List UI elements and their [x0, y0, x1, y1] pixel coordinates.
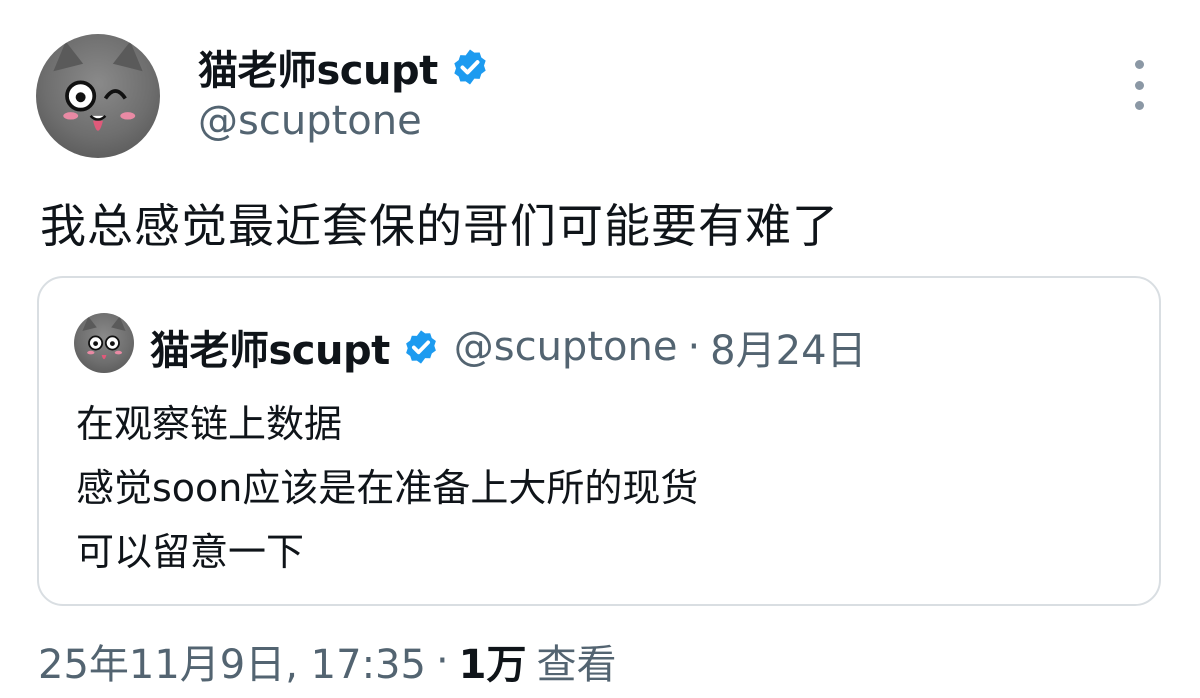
- quoted-tweet-text: 在观察链上数据 感觉soon应该是在准备上大所的现货 可以留意一下: [76, 392, 698, 584]
- menu-dot: [1134, 80, 1144, 90]
- quoted-tweet-header: 猫老师scupt @scuptone · 8月24日: [150, 318, 867, 376]
- verified-badge-icon: [402, 328, 440, 366]
- quoted-avatar-icon[interactable]: [74, 313, 134, 373]
- quoted-line: 感觉soon应该是在准备上大所的现货: [76, 466, 699, 510]
- author-name[interactable]: 猫老师scupt: [198, 38, 490, 96]
- menu-dot: [1134, 101, 1144, 110]
- tweet-page: 猫老师scupt @scuptone 我总感觉最近套保的哥们可能要有难了 猫老师…: [0, 0, 1200, 698]
- quoted-date[interactable]: 8月24日: [710, 318, 866, 376]
- more-options-icon[interactable]: [1124, 60, 1154, 110]
- quoted-display-name[interactable]: 猫老师scupt: [150, 318, 390, 376]
- quoted-handle[interactable]: @scuptone: [454, 324, 678, 370]
- quoted-line: 在观察链上数据: [76, 402, 343, 446]
- tweet-text: 我总感觉最近套保的哥们可能要有难了: [40, 199, 839, 253]
- tweet-timestamp[interactable]: 25年11月9日, 17:35: [38, 632, 426, 690]
- author-display-name[interactable]: 猫老师scupt: [198, 38, 438, 96]
- tweet-meta: 25年11月9日, 17:35 · 1万 查看: [38, 632, 617, 690]
- cat-avatar-icon[interactable]: [36, 34, 160, 158]
- author-handle[interactable]: @scuptone: [198, 98, 422, 144]
- verified-badge-icon: [450, 47, 490, 87]
- menu-dot: [1134, 60, 1144, 69]
- quoted-line: 可以留意一下: [76, 530, 305, 574]
- separator-dot: ·: [435, 638, 449, 684]
- views-count: 1万: [458, 642, 527, 688]
- views-label: 查看: [536, 642, 617, 688]
- separator-dot: ·: [687, 324, 701, 370]
